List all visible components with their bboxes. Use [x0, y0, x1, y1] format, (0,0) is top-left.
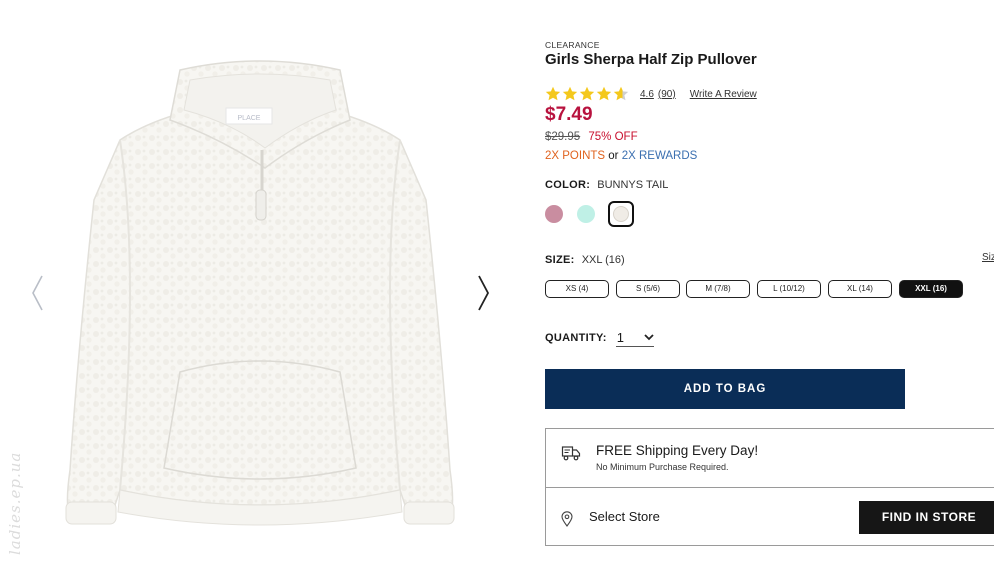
product-info: CLEARANCE Girls Sherpa Half Zip Pullover… [545, 0, 994, 561]
swatch-bunnys-tail[interactable] [608, 201, 634, 227]
product-image: PLACE [65, 60, 455, 526]
quantity-row: QUANTITY: 1 [545, 328, 654, 347]
review-count[interactable]: (90) [658, 89, 676, 100]
swatch-bunnys-tail-fill [613, 206, 629, 222]
product-gallery: PLACE ladies.ep.ua [0, 0, 530, 561]
color-label: COLOR: [545, 179, 591, 191]
size-options: XS (4) S (5/6) M (7/8) L (10/12) XL (14)… [545, 280, 965, 298]
quantity-value: 1 [616, 329, 625, 345]
color-value: BUNNYS TAIL [597, 179, 669, 191]
chevron-down-icon [644, 328, 654, 346]
rating-row: 4.6 (90) Write A Review [545, 86, 757, 102]
add-to-bag-button[interactable]: ADD TO BAG [545, 369, 905, 409]
size-option-s[interactable]: S (5/6) [616, 280, 680, 298]
size-option-xl[interactable]: XL (14) [828, 280, 892, 298]
percent-off: 75% OFF [588, 131, 638, 143]
brand-label: PLACE [238, 115, 261, 122]
size-row: SIZE: XXL (16) [545, 254, 625, 266]
fulfillment-box: FREE Shipping Every Day! No Minimum Purc… [545, 428, 994, 546]
rating-value[interactable]: 4.6 [640, 89, 654, 100]
find-in-store-button[interactable]: FIND IN STORE [859, 501, 994, 534]
star-icon [613, 86, 629, 101]
quantity-label: QUANTITY: [545, 331, 607, 344]
quantity-select[interactable]: 1 [615, 328, 654, 347]
select-store-link[interactable]: Select Store [589, 509, 660, 524]
sale-price: $7.49 [545, 104, 593, 125]
points-text: 2X POINTS [545, 150, 606, 162]
star-icon [596, 86, 612, 101]
original-price-row: $29.95 75% OFF [545, 131, 638, 143]
watermark: ladies.ep.ua [6, 451, 24, 555]
location-pin-icon [561, 511, 573, 527]
rewards-row: 2X POINTS or 2X REWARDS [545, 150, 697, 162]
rewards-text: 2X REWARDS [621, 150, 698, 162]
size-option-l[interactable]: L (10/12) [757, 280, 821, 298]
size-option-xxl[interactable]: XXL (16) [899, 280, 963, 298]
divider [546, 487, 994, 488]
points-or: or [608, 150, 619, 162]
shipping-subtitle: No Minimum Purchase Required. [596, 462, 729, 472]
swatch-pink[interactable] [545, 205, 563, 223]
size-option-m[interactable]: M (7/8) [686, 280, 750, 298]
swatch-mint[interactable] [577, 205, 595, 223]
truck-icon [561, 443, 581, 463]
product-title: Girls Sherpa Half Zip Pullover [545, 51, 757, 68]
star-icon [579, 86, 595, 101]
chevron-left-icon[interactable] [28, 270, 48, 316]
shipping-title: FREE Shipping Every Day! [596, 443, 759, 458]
chevron-right-icon[interactable] [473, 270, 493, 316]
star-icon [562, 86, 578, 101]
original-price: $29.95 [545, 131, 581, 143]
star-rating-icon[interactable] [545, 86, 630, 102]
size-value: XXL (16) [581, 254, 625, 266]
color-row: COLOR: BUNNYS TAIL [545, 179, 668, 191]
size-chart-link[interactable]: Siz [982, 252, 994, 263]
write-review-link[interactable]: Write A Review [690, 89, 757, 100]
star-icon [545, 86, 561, 101]
size-label: SIZE: [545, 254, 575, 266]
size-option-xs[interactable]: XS (4) [545, 280, 609, 298]
clearance-badge: CLEARANCE [545, 40, 600, 50]
